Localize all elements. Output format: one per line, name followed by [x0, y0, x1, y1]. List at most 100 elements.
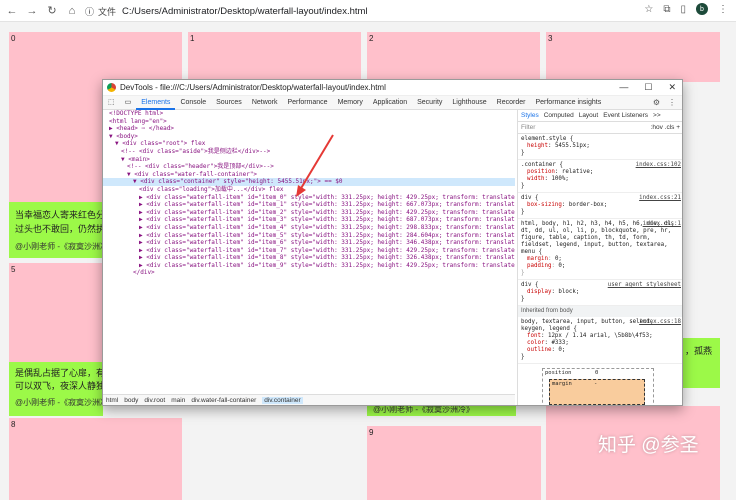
css-property[interactable]: width: 100%; — [521, 176, 681, 183]
tab-layout[interactable]: Layout — [579, 112, 599, 119]
tab-memory[interactable]: Memory — [333, 96, 368, 110]
dom-node[interactable]: </div> — [103, 269, 515, 277]
tab-sources[interactable]: Sources — [211, 96, 247, 110]
tab-recorder[interactable]: Recorder — [492, 96, 531, 110]
tab-performance[interactable]: Performance — [283, 96, 333, 110]
dom-node[interactable]: ▶ <head> ⋯ </head> — [103, 125, 515, 133]
css-property[interactable]: height: 5455.51px; — [521, 143, 681, 150]
reload-icon[interactable]: ↻ — [44, 3, 60, 19]
dom-node[interactable]: <div class="loading">加载中...</div> flex — [103, 186, 515, 194]
filter-controls[interactable]: :hov .cls + — [651, 124, 680, 131]
dom-node[interactable]: ▼ <div class="root"> flex — [103, 140, 515, 148]
menu-icon[interactable]: ⋮ — [718, 4, 728, 15]
bookmark-star-icon[interactable]: ☆ — [644, 4, 653, 15]
css-property[interactable]: padding: 0; — [521, 263, 681, 270]
dom-node[interactable]: ▶ <div class="waterfall-item" id="item_4… — [103, 224, 515, 232]
css-property[interactable]: display: block; — [521, 289, 681, 296]
tab-lighthouse[interactable]: Lighthouse — [447, 96, 491, 110]
css-property[interactable]: position: relative; — [521, 169, 681, 176]
close-icon[interactable]: ✕ — [668, 82, 676, 93]
forward-icon[interactable]: → — [24, 3, 40, 19]
style-rule[interactable]: .container {index.css:102 position: relat… — [518, 160, 682, 193]
tab-event-listeners[interactable]: Event Listeners — [603, 112, 648, 119]
dom-node[interactable]: ▶ <div class="waterfall-item" id="item_8… — [103, 254, 515, 262]
waterfall-item[interactable]: 9 — [367, 426, 541, 500]
back-icon[interactable]: ← — [4, 3, 20, 19]
dom-node[interactable]: <!-- <div class="aside">我是侧边栏</div>--> — [103, 148, 515, 156]
split-screen-icon[interactable]: ⧉ — [663, 4, 670, 15]
tab-elements[interactable]: Elements — [136, 96, 176, 110]
style-rule[interactable]: html, body, h1, h2, h3, h4, h5, h6, div,… — [518, 219, 682, 280]
inspect-icon[interactable]: ⬚ — [103, 96, 120, 110]
waterfall-item-caption[interactable]: 当幸福恋人寄来红色分享 过头也不敢回，仍然执拗 @小刚老师 -《寂寞沙洲冷》 — [9, 202, 116, 258]
css-property[interactable]: box-sizing: border-box; — [521, 202, 681, 209]
settings-icon[interactable]: ⚙ — [653, 98, 660, 107]
style-rule[interactable]: element.style {height: 5455.51px;} — [518, 134, 682, 160]
breadcrumb-item[interactable]: main — [171, 397, 185, 404]
side-panel-icon[interactable]: ▯ — [680, 4, 686, 15]
item-number: 3 — [548, 34, 553, 43]
box-margin: margin - — [549, 379, 645, 405]
rule-source-link[interactable]: index.css:18 — [639, 319, 681, 326]
dom-node-selected[interactable]: ▼ <div class="container" style="height: … — [103, 178, 515, 186]
tab-styles[interactable]: Styles — [521, 112, 539, 119]
dom-node[interactable]: ▶ <div class="waterfall-item" id="item_3… — [103, 216, 515, 224]
dom-node[interactable]: ▶ <div class="waterfall-item" id="item_5… — [103, 232, 515, 240]
dom-node[interactable]: ▶ <div class="waterfall-item" id="item_1… — [103, 201, 515, 209]
tab-performance-insights[interactable]: Performance insights — [530, 96, 606, 110]
waterfall-item-caption[interactable]: ，孤燕 — [683, 338, 720, 388]
style-rule[interactable]: body, textarea, input, button, select, k… — [518, 317, 682, 364]
colon: : — [547, 256, 555, 262]
tab-console[interactable]: Console — [175, 96, 211, 110]
waterfall-item[interactable]: 5 — [9, 263, 103, 363]
maximize-icon[interactable]: ☐ — [644, 82, 652, 93]
dom-node[interactable]: <!DOCTYPE html> — [103, 110, 515, 118]
rule-source-link[interactable]: index.css:102 — [636, 162, 681, 169]
breadcrumb-item-active[interactable]: div.container — [262, 397, 303, 404]
style-rule[interactable]: div {user agent stylesheet display: block… — [518, 280, 682, 306]
dom-node[interactable]: ▼ <body> — [103, 133, 515, 141]
info-icon[interactable]: ⓘ — [85, 5, 94, 18]
waterfall-item[interactable]: 1 — [188, 32, 361, 82]
minimize-icon[interactable]: — — [619, 82, 628, 93]
home-icon[interactable]: ⌂ — [64, 3, 80, 19]
tab-network[interactable]: Network — [247, 96, 283, 110]
tab-computed[interactable]: Computed — [544, 112, 574, 119]
rule-source-link[interactable]: index.css:21 — [639, 195, 681, 202]
filter-input[interactable]: Filter — [521, 124, 535, 131]
dom-node[interactable]: ▶ <div class="waterfall-item" id="item_6… — [103, 239, 515, 247]
waterfall-item-caption[interactable]: 是偶乱占据了心扉，有花 可以双飞，夜深人静独徘 @小刚老师 -《寂寞沙洲冷》 — [9, 362, 116, 416]
tab-application[interactable]: Application — [368, 96, 412, 110]
waterfall-item[interactable]: 3 — [546, 32, 720, 82]
device-toggle-icon[interactable]: ▭ — [120, 96, 137, 110]
dom-node[interactable]: ▼ <div class="water-fall-container"> — [103, 171, 515, 179]
breadcrumb-item[interactable]: div.root — [144, 397, 165, 404]
address-bar[interactable]: ⓘ 文件 C:/Users/Administrator/Desktop/wate… — [85, 3, 645, 19]
avatar[interactable]: b — [696, 3, 708, 15]
waterfall-item[interactable]: 2 — [367, 32, 540, 82]
address-text[interactable]: C:/Users/Administrator/Desktop/waterfall… — [122, 6, 368, 17]
breadcrumb-item[interactable]: div.water-fall-container — [191, 397, 256, 404]
css-property[interactable]: outline: 0; — [521, 347, 681, 354]
tab-more[interactable]: >> — [653, 112, 661, 119]
css-property-value: 100%; — [551, 176, 569, 182]
dom-node[interactable]: ▶ <div class="waterfall-item" id="item_2… — [103, 209, 515, 217]
style-rule[interactable]: div {index.css:21 box-sizing: border-box;… — [518, 193, 682, 219]
dom-node[interactable]: <!-- <div class="header">我是顶部</div>--> — [103, 163, 515, 171]
waterfall-item[interactable]: 8 — [9, 418, 182, 500]
dom-node[interactable]: ▶ <div class="waterfall-item" id="item_9… — [103, 262, 515, 270]
css-property[interactable]: font: 12px / 1.14 arial, \5b8b\4f53; — [521, 333, 681, 340]
elements-dom-tree[interactable]: <!DOCTYPE html> <html lang="en"> ▶ <head> … — [103, 110, 515, 394]
css-property[interactable]: color: #333; — [521, 340, 681, 347]
breadcrumb-item[interactable]: html — [106, 397, 118, 404]
rule-source-link[interactable]: user agent stylesheet — [608, 282, 681, 289]
dom-node[interactable]: ▶ <div class="waterfall-item" id="item_0… — [103, 194, 515, 202]
tab-security[interactable]: Security — [412, 96, 447, 110]
dom-node[interactable]: ▶ <div class="waterfall-item" id="item_7… — [103, 247, 515, 255]
rule-source-link[interactable]: index.css:1 — [643, 221, 681, 228]
css-property[interactable]: margin: 0; — [521, 256, 681, 263]
styles-filter[interactable]: Filter :hov .cls + — [518, 122, 682, 134]
breadcrumb-item[interactable]: body — [124, 397, 138, 404]
dom-node[interactable]: <html lang="en"> — [103, 118, 515, 126]
more-options-icon[interactable]: ⋮ — [668, 98, 676, 107]
